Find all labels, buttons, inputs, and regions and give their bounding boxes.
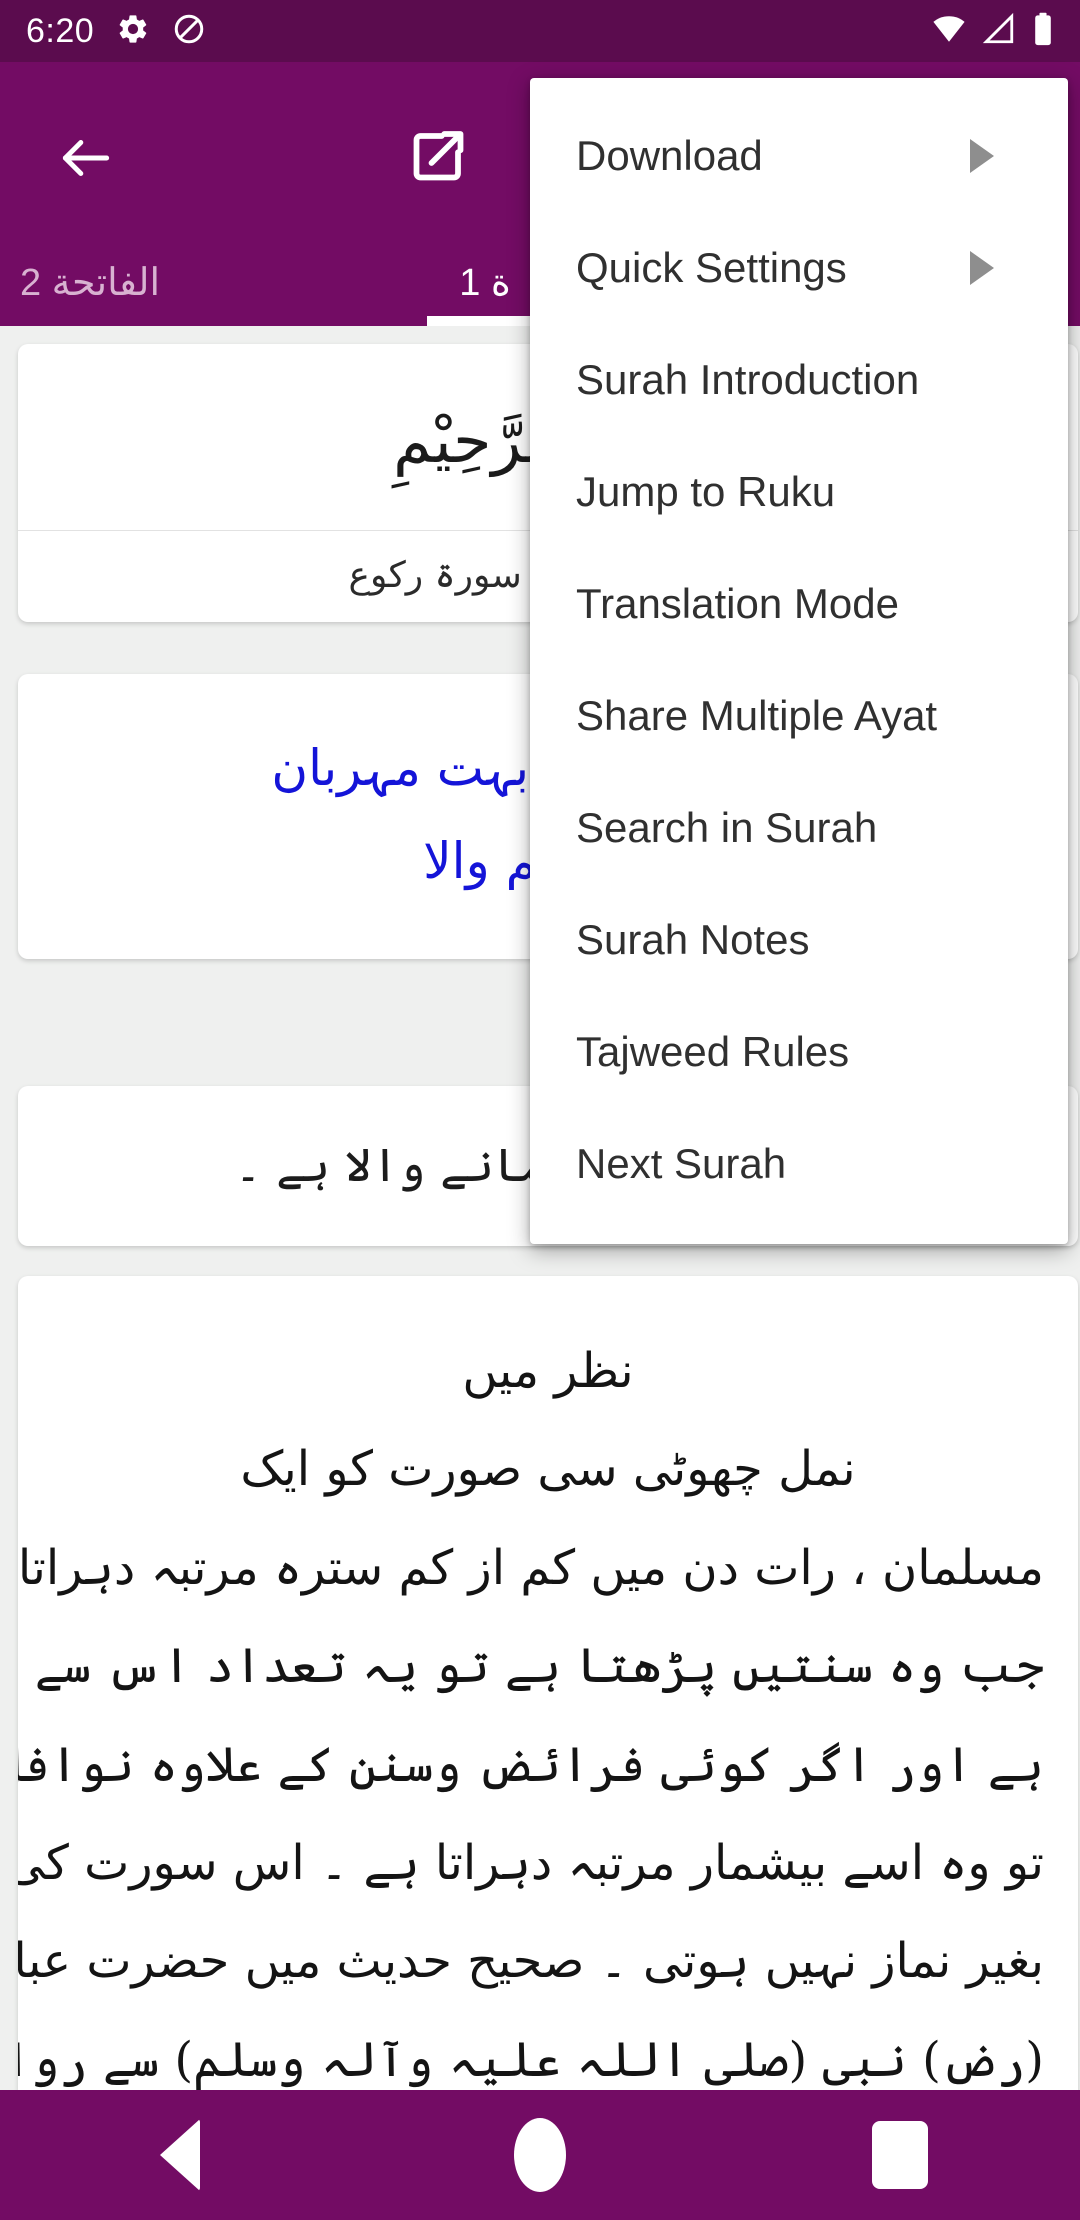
status-clock: 6:20 <box>26 12 95 50</box>
menu-item-surah-notes[interactable]: Surah Notes <box>530 884 1068 996</box>
tafsir-text-block: نظر میں نمل چھوٹی سی صورت کو ایک مسلمان … <box>18 1276 1078 2090</box>
gear-icon <box>116 12 150 51</box>
menu-item-tajweed-rules[interactable]: Tajweed Rules <box>530 996 1068 1108</box>
tab-surah-2[interactable]: الفاتحة 2 <box>0 238 240 326</box>
screen-root: 6:20 الفاتحة 2 ة 1 الرَّحِيْمِ سورۃ رکوع… <box>0 0 1080 2220</box>
back-button[interactable] <box>38 112 134 208</box>
system-navigation-bar <box>0 2090 1080 2220</box>
tafsir-line-7: بغیر نماز نہیں ہوتی ۔ صحیح حدیث میں حضرت… <box>18 1933 1044 1990</box>
recents-square-icon <box>872 2121 928 2189</box>
tafsir-line-3: مسلمان ، رات دن میں کم از کم سترہ مرتبہ … <box>18 1539 1044 1596</box>
status-bar: 6:20 <box>0 0 1080 62</box>
surah-introduction-card[interactable]: نظر میں نمل چھوٹی سی صورت کو ایک مسلمان … <box>18 1276 1078 2090</box>
menu-item-label: Tajweed Rules <box>576 1028 850 1075</box>
status-bar-right <box>932 12 1054 51</box>
tafsir-line-6: تو وہ اسے بیشمار مرتبہ دہراتا ہے ۔ اس سو… <box>18 1834 1044 1891</box>
menu-item-surah-introduction[interactable]: Surah Introduction <box>530 324 1068 436</box>
menu-item-next-surah[interactable]: Next Surah <box>530 1108 1068 1220</box>
menu-item-label: Surah Introduction <box>576 356 920 403</box>
share-button[interactable] <box>390 110 486 206</box>
tafsir-line-5: ہے اور اگر کوئی فرائض وسنن کے علاوہ نواف… <box>18 1736 1044 1793</box>
status-bar-left: 6:20 <box>26 12 206 51</box>
menu-item-label: Download <box>576 132 763 179</box>
menu-item-label: Share Multiple Ayat <box>576 692 938 739</box>
nav-recents-button[interactable] <box>830 2090 970 2220</box>
nav-back-button[interactable] <box>110 2090 250 2220</box>
share-external-icon <box>408 126 468 191</box>
menu-item-label: Next Surah <box>576 1140 787 1187</box>
chevron-right-icon <box>970 139 994 173</box>
nav-home-button[interactable] <box>470 2090 610 2220</box>
menu-item-label: Quick Settings <box>576 244 847 291</box>
menu-item-label: Surah Notes <box>576 916 810 963</box>
tafsir-line-4: جب وہ سنتیں پڑھتا ہے تو یہ تعداد اس سے ب… <box>18 1638 1044 1695</box>
signal-icon <box>982 12 1016 51</box>
overflow-menu[interactable]: Download Quick Settings Surah Introducti… <box>530 78 1068 1244</box>
wifi-icon <box>932 12 966 51</box>
battery-icon <box>1032 12 1054 51</box>
menu-item-translation-mode[interactable]: Translation Mode <box>530 548 1068 660</box>
tafsir-line-1: نظر میں <box>462 1343 634 1399</box>
menu-item-share-multiple-ayat[interactable]: Share Multiple Ayat <box>530 660 1068 772</box>
menu-item-download[interactable]: Download <box>530 100 1068 212</box>
menu-item-quick-settings[interactable]: Quick Settings <box>530 212 1068 324</box>
back-triangle-icon <box>160 2119 200 2191</box>
do-not-disturb-icon <box>172 12 206 51</box>
urdu-text-after: بہت مہربان <box>271 739 545 797</box>
home-circle-icon <box>514 2118 566 2192</box>
menu-item-label: Jump to Ruku <box>576 468 836 515</box>
tafsir-line-2: نمل چھوٹی سی صورت کو ایک <box>240 1441 856 1498</box>
menu-item-label: Translation Mode <box>576 580 899 627</box>
menu-item-search-in-surah[interactable]: Search in Surah <box>530 772 1068 884</box>
tafsir-line-8: (رض) نبی (صلی اللہ علیہ وآلہ وسلم) سے رو… <box>18 2031 1044 2088</box>
arrow-back-icon <box>55 127 117 194</box>
chevron-right-icon <box>970 251 994 285</box>
menu-item-label: Search in Surah <box>576 804 878 851</box>
menu-item-jump-to-ruku[interactable]: Jump to Ruku <box>530 436 1068 548</box>
